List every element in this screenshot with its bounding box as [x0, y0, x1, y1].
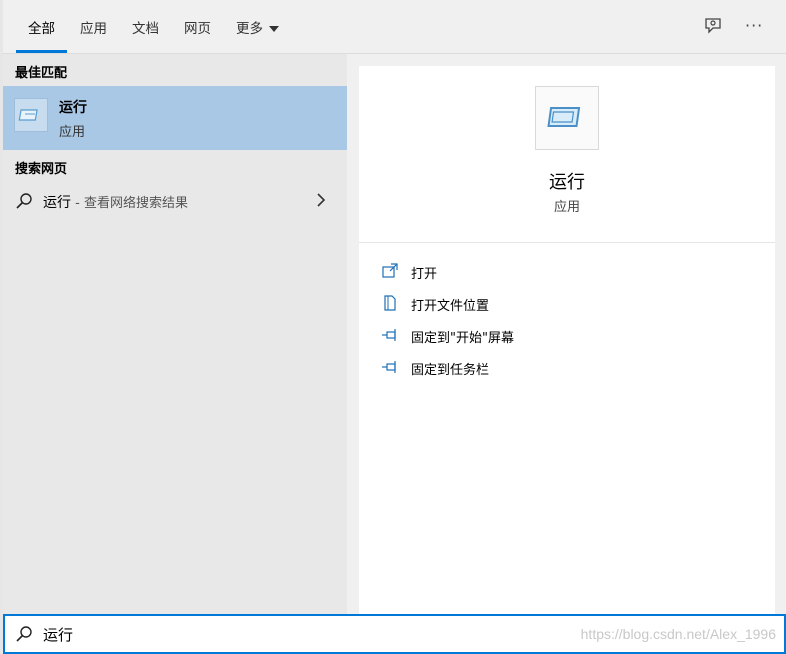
search-icon [15, 625, 33, 647]
tab-all[interactable]: 全部 [16, 17, 67, 53]
watermark: https://blog.csdn.net/Alex_1996 [580, 626, 776, 642]
web-heading: 搜索网页 [15, 162, 68, 177]
tab-more[interactable]: 更多 [236, 17, 279, 53]
search-input[interactable] [43, 622, 543, 646]
tab-label: 全部 [28, 21, 55, 37]
search-window: 全部 应用 文档 网页 更多 ··· 最佳匹配 运行 应用 搜索网页 运行 - … [3, 0, 786, 654]
ellipsis-icon[interactable]: ··· [745, 16, 765, 36]
best-match-name: 运行 [59, 100, 87, 116]
best-match-item[interactable]: 运行 应用 [3, 86, 347, 150]
tab-documents[interactable]: 文档 [132, 17, 159, 53]
pin-icon [381, 326, 399, 344]
chevron-right-icon[interactable] [315, 192, 327, 212]
best-match-heading: 最佳匹配 [15, 66, 68, 81]
chevron-down-icon [269, 26, 279, 32]
active-tab-indicator [16, 50, 67, 53]
tab-label: 网页 [184, 21, 211, 37]
tab-bar: 全部 应用 文档 网页 更多 ··· [3, 0, 786, 54]
details-pane: 运行 应用 打开 打开文件位置 固定到"开始"屏幕 固定到任务栏 [359, 66, 775, 614]
run-app-icon [14, 98, 48, 132]
best-match-type: 应用 [59, 125, 86, 140]
feedback-icon[interactable] [703, 16, 723, 36]
tab-apps[interactable]: 应用 [80, 17, 107, 53]
web-search-result[interactable]: 运行 - 查看网络搜索结果 [3, 186, 347, 216]
tab-web[interactable]: 网页 [184, 17, 211, 53]
results-pane: 最佳匹配 运行 应用 搜索网页 运行 - 查看网络搜索结果 [3, 54, 347, 614]
pin-icon [381, 358, 399, 376]
file-location-icon [381, 294, 399, 312]
search-bar: https://blog.csdn.net/Alex_1996 [3, 614, 786, 654]
run-app-large-icon [535, 86, 599, 150]
divider [359, 242, 775, 243]
tab-label: 更多 [236, 21, 263, 37]
detail-app-type: 应用 [553, 200, 580, 215]
web-result-text: 运行 - 查看网络搜索结果 [43, 195, 188, 211]
tab-label: 文档 [132, 21, 159, 37]
search-icon [15, 192, 33, 214]
tab-label: 应用 [80, 21, 107, 37]
open-icon [381, 262, 399, 280]
detail-app-name: 运行 [549, 172, 585, 193]
